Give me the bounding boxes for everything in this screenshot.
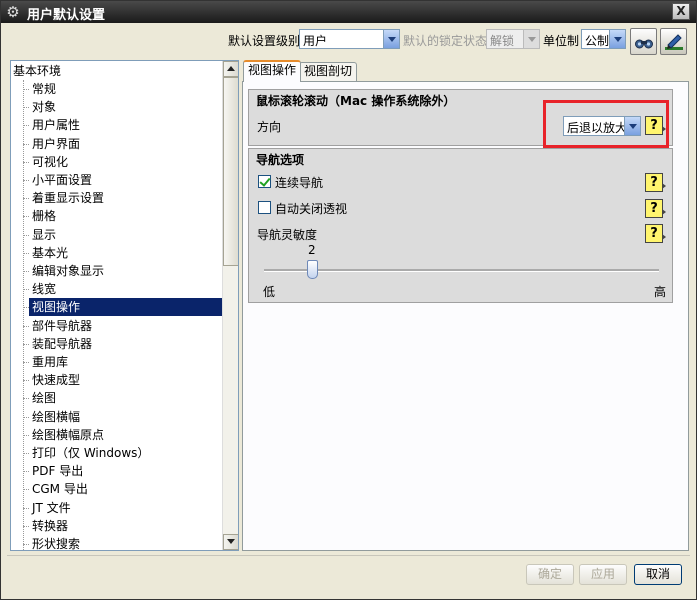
tree-item[interactable]: CGM 导出 bbox=[29, 480, 223, 498]
help-icon[interactable]: ? bbox=[645, 199, 666, 218]
lock-select-value: 解锁 bbox=[490, 34, 515, 48]
tree-item[interactable]: PDF 导出 bbox=[29, 462, 223, 480]
close-button[interactable]: X bbox=[672, 3, 690, 20]
red-highlight-box bbox=[543, 100, 669, 148]
nav-sensitivity-label: 导航灵敏度 bbox=[257, 228, 318, 242]
unit-label: 单位制 bbox=[543, 34, 580, 48]
title-bar[interactable]: ⚙ 用户默认设置 X bbox=[1, 1, 696, 23]
nav-sensitivity-track[interactable] bbox=[264, 269, 659, 272]
ok-button[interactable]: 确定 bbox=[526, 564, 574, 585]
navigation-group-title: 导航选项 bbox=[256, 153, 305, 167]
continuous-nav-checkbox[interactable] bbox=[258, 175, 271, 188]
separator bbox=[7, 555, 690, 556]
chevron-down-icon[interactable] bbox=[609, 30, 625, 48]
tree-item[interactable]: 形状搜索 bbox=[29, 535, 223, 550]
tree-item[interactable]: 部件导航器 bbox=[29, 317, 223, 335]
slider-min-label: 低 bbox=[263, 285, 276, 299]
level-select[interactable]: 用户 bbox=[299, 29, 400, 49]
window-title: 用户默认设置 bbox=[27, 8, 106, 23]
tree-item[interactable]: 着重显示设置 bbox=[29, 189, 223, 207]
tree-item[interactable]: 绘图 bbox=[29, 389, 223, 407]
tree-item[interactable]: 装配导航器 bbox=[29, 335, 223, 353]
tree-item[interactable]: 小平面设置 bbox=[29, 171, 223, 189]
tree-item[interactable]: 线宽 bbox=[29, 280, 223, 298]
tree-item[interactable]: 对象 bbox=[29, 98, 223, 116]
scroll-thumb[interactable] bbox=[223, 77, 238, 266]
chevron-down-icon[interactable] bbox=[383, 30, 399, 48]
lock-label: 默认的锁定状态 bbox=[403, 34, 488, 48]
tree-item[interactable]: 可视化 bbox=[29, 153, 223, 171]
apply-button[interactable]: 应用 bbox=[579, 564, 627, 585]
mouse-wheel-group-title: 鼠标滚轮滚动（Mac 操作系统除外） bbox=[256, 94, 456, 108]
scroll-up-button[interactable] bbox=[223, 61, 238, 77]
tree-root-basic-env[interactable]: 基本环境 bbox=[13, 62, 61, 80]
tree-item[interactable]: 绘图横幅 bbox=[29, 408, 223, 426]
tree-item[interactable]: 用户界面 bbox=[29, 135, 223, 153]
auto-close-perspective-label: 自动关闭透视 bbox=[275, 202, 348, 216]
tree-item[interactable]: 栅格 bbox=[29, 207, 223, 225]
tree-item[interactable]: 快速成型 bbox=[29, 371, 223, 389]
slider-max-label: 高 bbox=[654, 285, 667, 299]
nav-sensitivity-slider-thumb[interactable] bbox=[307, 260, 318, 279]
tab-view-section[interactable]: 视图剖切 bbox=[299, 62, 358, 81]
chevron-down-icon[interactable] bbox=[523, 30, 539, 48]
tree-guide-line bbox=[23, 80, 24, 550]
tree-item[interactable]: 基本光 bbox=[29, 244, 223, 262]
help-icon[interactable]: ? bbox=[645, 173, 666, 192]
binoculars-icon bbox=[635, 39, 653, 49]
tree-item[interactable]: 重用库 bbox=[29, 353, 223, 371]
tree-item[interactable]: 常规 bbox=[29, 80, 223, 98]
level-select-value: 用户 bbox=[303, 34, 328, 48]
find-setting-button[interactable] bbox=[630, 28, 657, 55]
tab-view-operation[interactable]: 视图操作 bbox=[243, 60, 302, 82]
manage-settings-button[interactable] bbox=[660, 28, 687, 55]
unit-select[interactable]: 公制 bbox=[581, 29, 626, 49]
tree-item[interactable]: 绘图横幅原点 bbox=[29, 426, 223, 444]
continuous-nav-label: 连续导航 bbox=[275, 176, 324, 190]
edit-pencil-icon bbox=[665, 34, 683, 50]
direction-label: 方向 bbox=[257, 120, 282, 134]
nav-sensitivity-value: 2 bbox=[308, 243, 316, 257]
category-tree[interactable]: 基本环境 常规 对象 用户属性 用户界面 可视化 小平面设置 着重显示设置 栅格 显示 基本光 编辑… bbox=[10, 60, 239, 551]
tree-item[interactable]: 转换器 bbox=[29, 517, 223, 535]
tree-item[interactable]: JT 文件 bbox=[29, 499, 223, 517]
tree-item[interactable]: 编辑对象显示 bbox=[29, 262, 223, 280]
unit-select-value: 公制 bbox=[585, 34, 610, 48]
auto-close-perspective-checkbox[interactable] bbox=[258, 201, 271, 214]
tree-item[interactable]: 打印（仅 Windows） bbox=[29, 444, 223, 462]
cancel-button[interactable]: 取消 bbox=[634, 564, 682, 585]
tree-item[interactable]: 用户属性 bbox=[29, 116, 223, 134]
help-icon[interactable]: ? bbox=[645, 224, 666, 243]
tree-item[interactable]: 显示 bbox=[29, 226, 223, 244]
lock-select[interactable]: 解锁 bbox=[486, 29, 540, 49]
user-defaults-dialog: ⚙ 用户默认设置 X 默认设置级别 用户 默认的锁定状态 解锁 单位制 公制 基… bbox=[0, 0, 697, 600]
scroll-down-button[interactable] bbox=[223, 534, 238, 550]
level-label: 默认设置级别 bbox=[228, 34, 301, 48]
gear-icon: ⚙ bbox=[6, 3, 20, 21]
tree-scrollbar[interactable] bbox=[222, 61, 238, 550]
tree-item[interactable]: 视图操作 bbox=[29, 298, 223, 317]
